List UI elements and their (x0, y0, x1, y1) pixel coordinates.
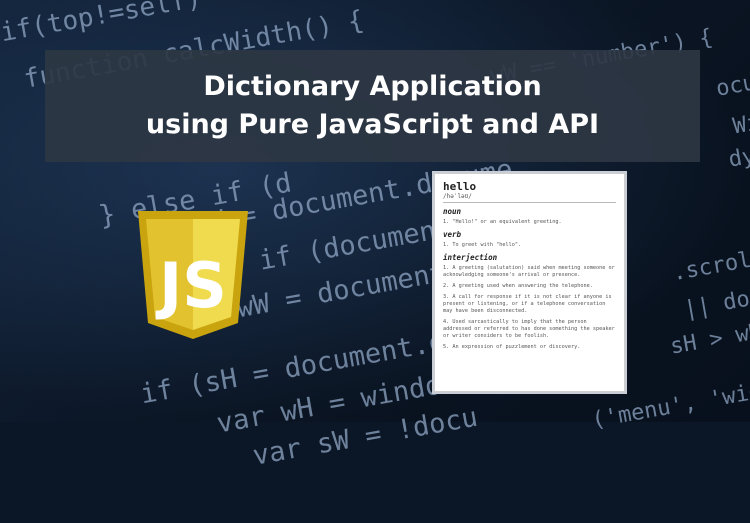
dictionary-result-card: hello /həˈləʊ/ noun 1. "Hello!" or an eq… (434, 173, 625, 392)
definition: 1. A greeting (salutation) said when mee… (443, 265, 616, 279)
title-line-1: Dictionary Application (203, 68, 541, 106)
part-of-speech: verb (443, 230, 616, 239)
title-line-2: using Pure JavaScript and API (146, 106, 599, 144)
part-of-speech: noun (443, 207, 616, 216)
code-line: dy.c (727, 139, 750, 173)
code-line: ocume (714, 66, 750, 102)
definition: 3. A call for response if it is not clea… (443, 294, 616, 315)
definition: 4. Used sarcastically to imply that the … (443, 319, 616, 340)
definition: 1. "Hello!" or an equivalent greeting. (443, 219, 616, 226)
definition: 1. To greet with "hello". (443, 242, 616, 249)
title-banner: Dictionary Application using Pure JavaSc… (45, 50, 700, 162)
part-of-speech: interjection (443, 253, 616, 262)
code-line: .scrollHe (671, 241, 750, 286)
javascript-logo: JS (138, 211, 248, 339)
code-line: Widt (731, 106, 750, 140)
definition: 2. A greeting used when answering the te… (443, 283, 616, 290)
entry-word: hello (443, 180, 616, 193)
entry-phonetic: /həˈləʊ/ (443, 193, 616, 203)
definition: 5. An expression of puzzlement or discov… (443, 344, 616, 351)
javascript-logo-text: JS (155, 249, 227, 322)
